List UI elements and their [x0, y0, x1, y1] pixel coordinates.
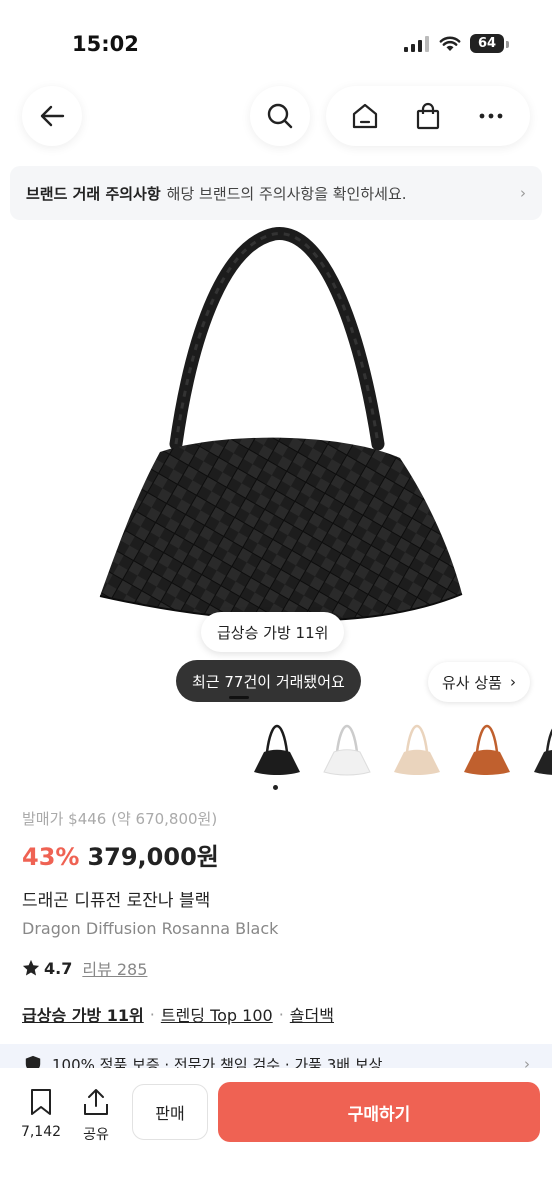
- bag-thumbnail: [534, 728, 552, 775]
- bookmark-icon: [31, 1089, 51, 1115]
- bag-thumbnail: [254, 724, 300, 775]
- similar-label: 유사 상품: [442, 673, 502, 692]
- status-bar: 15:02 64: [0, 0, 552, 88]
- search-button[interactable]: [250, 86, 310, 146]
- release-price: 발매가 $446 (약 670,800원): [22, 810, 218, 828]
- product-name-en: Dragon Diffusion Rosanna Black: [22, 919, 279, 938]
- more-button[interactable]: [469, 94, 513, 138]
- bottom-action-bar: 7,142 공유 판매 구매하기: [0, 1068, 552, 1200]
- recent-trades-pill[interactable]: 최근 77건이 거래됐어요: [176, 660, 361, 702]
- product-name-ko: 드래곤 디퓨전 로잔나 블랙: [22, 891, 211, 911]
- sell-button[interactable]: 판매: [132, 1084, 208, 1140]
- tag-ranking[interactable]: 급상승 가방 11위: [22, 1002, 144, 1026]
- brand-notice-banner[interactable]: 브랜드 거래 주의사항 해당 브랜드의 주의사항을 확인하세요. ›: [10, 166, 542, 220]
- share-label: 공유: [83, 1127, 109, 1143]
- bookmark-button[interactable]: 7,142: [18, 1088, 64, 1140]
- arrow-left-icon: [40, 105, 65, 127]
- tag-category[interactable]: 숄더백: [290, 1002, 334, 1026]
- bookmark-count: 7,142: [20, 1124, 62, 1140]
- notice-title: 브랜드 거래 주의사항: [26, 184, 161, 203]
- color-thumbnails: [250, 722, 552, 782]
- current-price: 379,000원: [87, 843, 219, 871]
- product-tags: 급상승 가방 11위 · 트렌딩 Top 100 · 숄더백: [22, 1002, 532, 1026]
- buy-button[interactable]: 구매하기: [218, 1082, 540, 1142]
- thumbnail-black[interactable]: [250, 722, 304, 776]
- price-row: 43% 379,000원: [22, 837, 532, 872]
- chevron-right-icon: ›: [520, 184, 526, 202]
- recent-count-underline: [229, 696, 249, 699]
- battery-indicator: 64: [470, 34, 509, 53]
- home-icon: [353, 103, 378, 129]
- product-info: 발매가 $446 (약 670,800원) 43% 379,000원 드래곤 디…: [22, 808, 532, 1026]
- star-icon: [22, 959, 40, 976]
- review-link[interactable]: 리뷰 285: [82, 956, 147, 980]
- discount-rate: 43%: [22, 843, 80, 871]
- chevron-right-icon: ›: [509, 673, 516, 691]
- shopping-bag-button[interactable]: [406, 94, 450, 138]
- bag-thumbnail: [394, 724, 440, 775]
- notice-text: 해당 브랜드의 주의사항을 확인하세요.: [166, 184, 407, 203]
- product-image[interactable]: [60, 226, 492, 646]
- back-button[interactable]: [22, 86, 82, 146]
- selected-thumbnail-dot: [273, 785, 278, 790]
- wifi-icon: [439, 36, 461, 51]
- rating-row: 4.7 리뷰 285: [22, 956, 532, 980]
- tag-separator: ·: [278, 1004, 284, 1024]
- thumbnail-dark[interactable]: [530, 722, 552, 776]
- tag-separator: ·: [149, 1004, 155, 1024]
- thumbnail-beige[interactable]: [390, 722, 444, 776]
- rating-value: 4.7: [44, 958, 73, 978]
- nav-action-group: [326, 86, 530, 146]
- bag-thumbnail: [323, 724, 371, 776]
- search-icon: [267, 103, 293, 129]
- ranking-tag[interactable]: 급상승 가방 11위: [201, 612, 345, 652]
- more-icon: [479, 113, 503, 119]
- bag-thumbnail: [464, 724, 510, 775]
- share-button[interactable]: 공유: [76, 1088, 116, 1144]
- thumbnail-white[interactable]: [320, 722, 374, 776]
- similar-products-button[interactable]: 유사 상품 ›: [428, 662, 530, 702]
- tag-trending[interactable]: 트렌딩 Top 100: [161, 1002, 273, 1026]
- status-time: 15:02: [72, 32, 139, 56]
- shopping-bag-icon: [416, 102, 440, 130]
- thumbnail-tan[interactable]: [460, 722, 514, 776]
- share-icon: [84, 1089, 108, 1115]
- home-button[interactable]: [343, 94, 387, 138]
- signal-icon: [404, 35, 429, 52]
- status-icons: 64: [404, 34, 509, 53]
